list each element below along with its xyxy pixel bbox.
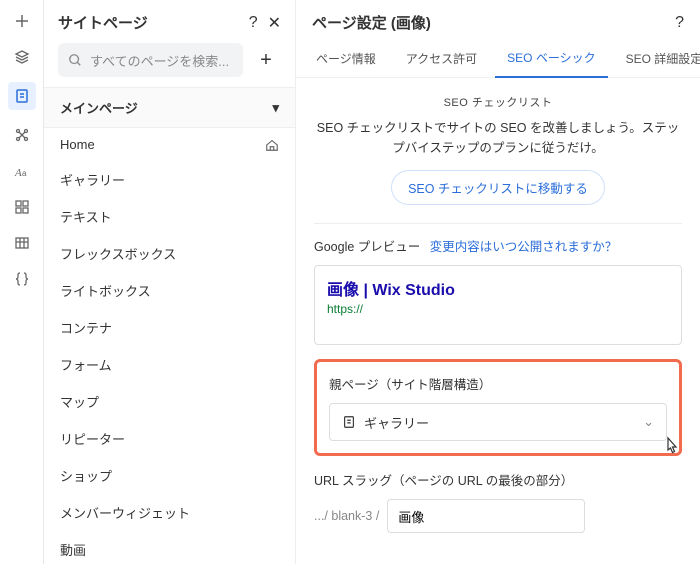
page-item[interactable]: メンバーウィジェット <box>44 494 295 531</box>
braces-icon[interactable] <box>11 268 33 290</box>
page-item[interactable]: ギャラリー <box>44 161 295 198</box>
apps-icon[interactable] <box>11 124 33 146</box>
google-preview-help-link[interactable]: 変更内容はいつ公開されますか？ <box>430 240 618 254</box>
preview-title: 画像 | Wix Studio <box>327 276 669 300</box>
page-item[interactable]: リピーター <box>44 420 295 457</box>
cursor-pointer-icon <box>661 435 683 465</box>
pages-panel: サイトページ ? ✕ すべてのページを検索... + メインページ ▾ Home… <box>44 0 296 564</box>
page-item[interactable]: テキスト <box>44 198 295 235</box>
page-item[interactable]: コンテナ <box>44 309 295 346</box>
url-slug-input[interactable] <box>387 499 585 533</box>
search-input[interactable]: すべてのページを検索... <box>58 43 243 77</box>
tab-permissions[interactable]: アクセス許可 <box>394 40 489 77</box>
home-icon <box>265 138 279 152</box>
layers-icon[interactable] <box>11 46 33 68</box>
settings-body: SEO チェックリスト SEO チェックリストでサイトの SEO を改善しましょ… <box>296 78 700 564</box>
section-title: メインページ <box>60 98 138 117</box>
page-item[interactable]: フォーム <box>44 346 295 383</box>
tab-seo-basic[interactable]: SEO ベーシック <box>495 39 607 78</box>
settings-header: ページ設定 (画像) ? ✕ <box>296 0 700 39</box>
seo-checklist-heading: SEO チェックリスト <box>314 94 682 110</box>
svg-text:A: A <box>14 167 22 179</box>
parent-page-field: 親ページ（サイト階層構造） ギャラリー ⌄ <box>314 359 682 456</box>
add-page-button[interactable]: + <box>251 45 281 75</box>
section-header[interactable]: メインページ ▾ <box>44 87 295 128</box>
url-slug-prefix: .../ blank-3 / <box>314 509 379 523</box>
page-item[interactable]: 動画 <box>44 531 295 564</box>
page-icon[interactable] <box>8 82 36 110</box>
settings-panel: ページ設定 (画像) ? ✕ ページ情報 アクセス許可 SEO ベーシック SE… <box>296 0 700 564</box>
tab-page-info[interactable]: ページ情報 <box>304 40 388 77</box>
left-rail: Aa <box>0 0 44 564</box>
page-item[interactable]: ショップ <box>44 457 295 494</box>
google-preview-box[interactable]: 画像 | Wix Studio https:// <box>314 265 682 345</box>
plus-icon[interactable] <box>11 10 33 32</box>
google-preview-label: Google プレビュー <box>314 240 420 254</box>
chevron-down-icon: ▾ <box>272 100 279 116</box>
help-icon[interactable]: ? <box>675 14 684 32</box>
settings-tabs: ページ情報 アクセス許可 SEO ベーシック SEO 詳細設定 › <box>296 39 700 78</box>
font-icon[interactable]: Aa <box>11 160 33 182</box>
parent-page-label: 親ページ（サイト階層構造） <box>329 374 667 393</box>
page-item[interactable]: フレックスボックス <box>44 235 295 272</box>
tab-seo-advanced[interactable]: SEO 詳細設定 <box>614 40 700 77</box>
pages-panel-header: サイトページ ? ✕ <box>44 0 295 43</box>
seo-checklist-button[interactable]: SEO チェックリストに移動する <box>391 170 605 205</box>
page-item-home[interactable]: Home <box>44 128 295 161</box>
settings-title: ページ設定 (画像) <box>312 12 431 33</box>
page-item[interactable]: マップ <box>44 383 295 420</box>
grid-icon[interactable] <box>11 196 33 218</box>
preview-url: https:// <box>327 302 669 316</box>
search-placeholder: すべてのページを検索... <box>90 51 229 70</box>
seo-checklist-desc: SEO チェックリストでサイトの SEO を改善しましょう。ステップバイステップ… <box>314 118 682 158</box>
svg-text:a: a <box>22 169 27 178</box>
close-icon[interactable]: ✕ <box>268 13 281 33</box>
page-small-icon <box>342 415 356 429</box>
pages-panel-title: サイトページ <box>58 12 148 33</box>
parent-page-value: ギャラリー <box>364 413 429 432</box>
url-slug-label: URL スラッグ（ページの URL の最後の部分） <box>314 470 682 489</box>
parent-page-dropdown[interactable]: ギャラリー ⌄ <box>329 403 667 441</box>
page-item[interactable]: ライトボックス <box>44 272 295 309</box>
table-icon[interactable] <box>11 232 33 254</box>
chevron-down-icon: ⌄ <box>643 414 654 430</box>
help-icon[interactable]: ? <box>249 14 258 32</box>
divider <box>314 223 682 224</box>
page-list: Home ギャラリー テキスト フレックスボックス ライトボックス コンテナ フ… <box>44 128 295 564</box>
